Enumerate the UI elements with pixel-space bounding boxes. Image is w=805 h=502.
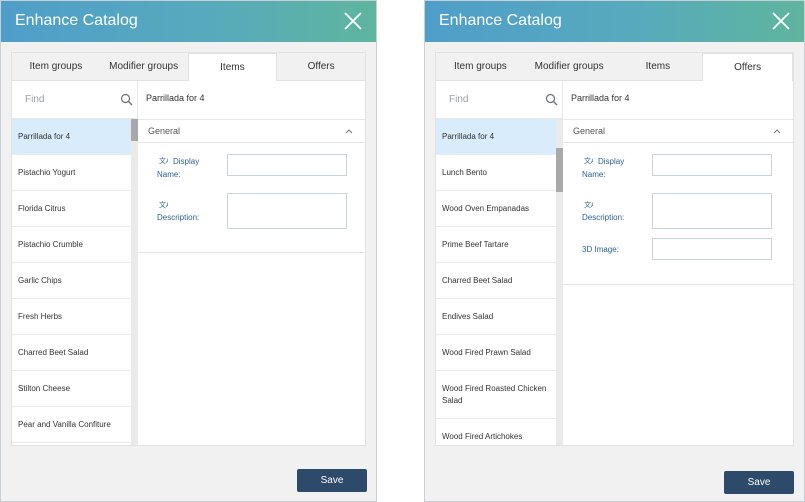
list-item[interactable]: Stilton Cheese (12, 371, 131, 407)
list-item[interactable]: Pear and Vanilla Confiture (12, 407, 131, 443)
tab-item-groups[interactable]: Item groups (436, 53, 525, 81)
display-name-field[interactable] (652, 154, 772, 176)
item-detail: Parrillada for 4 General 文A Display Name… (138, 81, 365, 445)
list-item[interactable]: Parrillada for 4 (12, 119, 131, 155)
svg-text:文A: 文A (159, 200, 168, 209)
item-list: Parrillada for 4 Pistachio Yogurt Florid… (12, 119, 131, 445)
list-item[interactable]: Wood Fired Artichokes (436, 419, 556, 445)
tab-offers[interactable]: Offers (277, 53, 365, 81)
description-field[interactable] (652, 193, 772, 229)
search-box (436, 81, 563, 119)
description-label: Description: (157, 213, 200, 222)
list-item[interactable]: Florida Citrus (12, 191, 131, 227)
search-input[interactable] (436, 81, 562, 118)
general-section-header[interactable]: General (138, 119, 365, 143)
image-3d-label: 3D Image: (582, 245, 619, 254)
catalog-panel: Item groups Modifier groups Items Offers… (11, 52, 366, 446)
translate-icon: 文A (159, 200, 168, 209)
save-button[interactable]: Save (724, 471, 794, 494)
item-list-scrollbar[interactable] (556, 119, 563, 445)
list-item[interactable]: Wood Oven Empanadas (436, 191, 556, 227)
list-item[interactable]: Wood Fired Prawn Salad (436, 335, 556, 371)
svg-text:文A: 文A (584, 200, 593, 209)
display-name-label: Display Name: (582, 157, 625, 179)
general-section-header[interactable]: General (563, 119, 793, 143)
item-detail: Parrillada for 4 General 文A Display Name… (563, 81, 793, 445)
list-item[interactable]: Prime Beef Tartare (436, 227, 556, 263)
tab-bar: Item groups Modifier groups Items Offers (12, 53, 365, 81)
list-item[interactable]: Charred Beet Salad (12, 335, 131, 371)
list-item[interactable]: Charred Beet Salad (436, 263, 556, 299)
list-item[interactable]: Wood Fired Roasted Chicken Salad (436, 371, 556, 419)
tab-item-groups[interactable]: Item groups (12, 53, 100, 81)
tab-modifier-groups[interactable]: Modifier groups (524, 53, 614, 81)
detail-title: Parrillada for 4 (146, 93, 205, 103)
translate-icon: 文A (584, 200, 593, 209)
close-icon[interactable] (342, 10, 364, 32)
list-item[interactable]: Pistachio Crumble (12, 227, 131, 263)
chevron-up-icon[interactable] (345, 128, 353, 134)
detail-title: Parrillada for 4 (571, 93, 630, 103)
display-name-label: Display Name: (157, 157, 200, 179)
dialog-titlebar: Enhance Catalog (1, 1, 376, 42)
close-icon[interactable] (770, 10, 792, 32)
section-label: General (573, 126, 606, 136)
general-form: 文A Display Name: 文A Description: (138, 143, 365, 253)
list-item[interactable]: Pistachio Yogurt (12, 155, 131, 191)
list-item[interactable]: Endives Salad (436, 299, 556, 335)
description-field[interactable] (227, 193, 347, 229)
search-input[interactable] (12, 81, 137, 118)
section-label: General (148, 126, 181, 136)
chevron-up-icon[interactable] (773, 128, 781, 134)
list-item[interactable]: Parrillada for 4 (436, 119, 556, 155)
tab-items[interactable]: Items (187, 53, 278, 81)
scrollbar-thumb[interactable] (556, 148, 563, 192)
item-list: Parrillada for 4 Lunch Bento Wood Oven E… (436, 119, 556, 445)
dialog-title: Enhance Catalog (15, 12, 138, 29)
enhance-catalog-dialog-items: Enhance Catalog Item groups Modifier gro… (0, 0, 377, 502)
save-button[interactable]: Save (297, 469, 367, 492)
display-name-field[interactable] (227, 154, 347, 176)
item-list-scrollbar[interactable] (131, 119, 138, 445)
search-icon[interactable] (545, 93, 558, 106)
dialog-titlebar: Enhance Catalog (425, 1, 804, 42)
list-item[interactable]: Lunch Bento (436, 155, 556, 191)
search-box (12, 81, 138, 119)
description-label: Description: (582, 213, 625, 222)
tab-bar: Item groups Modifier groups Items Offers (436, 53, 793, 81)
tab-modifier-groups[interactable]: Modifier groups (99, 53, 188, 81)
image-3d-field[interactable] (652, 238, 772, 260)
enhance-catalog-dialog-offers: Enhance Catalog Item groups Modifier gro… (424, 0, 805, 502)
search-icon[interactable] (120, 93, 133, 106)
scrollbar-thumb[interactable] (131, 119, 138, 141)
list-item[interactable]: Fresh Herbs (12, 299, 131, 335)
list-item[interactable]: Garlic Chips (12, 263, 131, 299)
tab-items[interactable]: Items (613, 53, 703, 81)
general-form: 文A Display Name: 文A Description: 3D Imag… (563, 143, 793, 285)
dialog-title: Enhance Catalog (439, 12, 562, 29)
catalog-panel: Item groups Modifier groups Items Offers… (435, 52, 794, 446)
tab-offers[interactable]: Offers (702, 53, 793, 81)
